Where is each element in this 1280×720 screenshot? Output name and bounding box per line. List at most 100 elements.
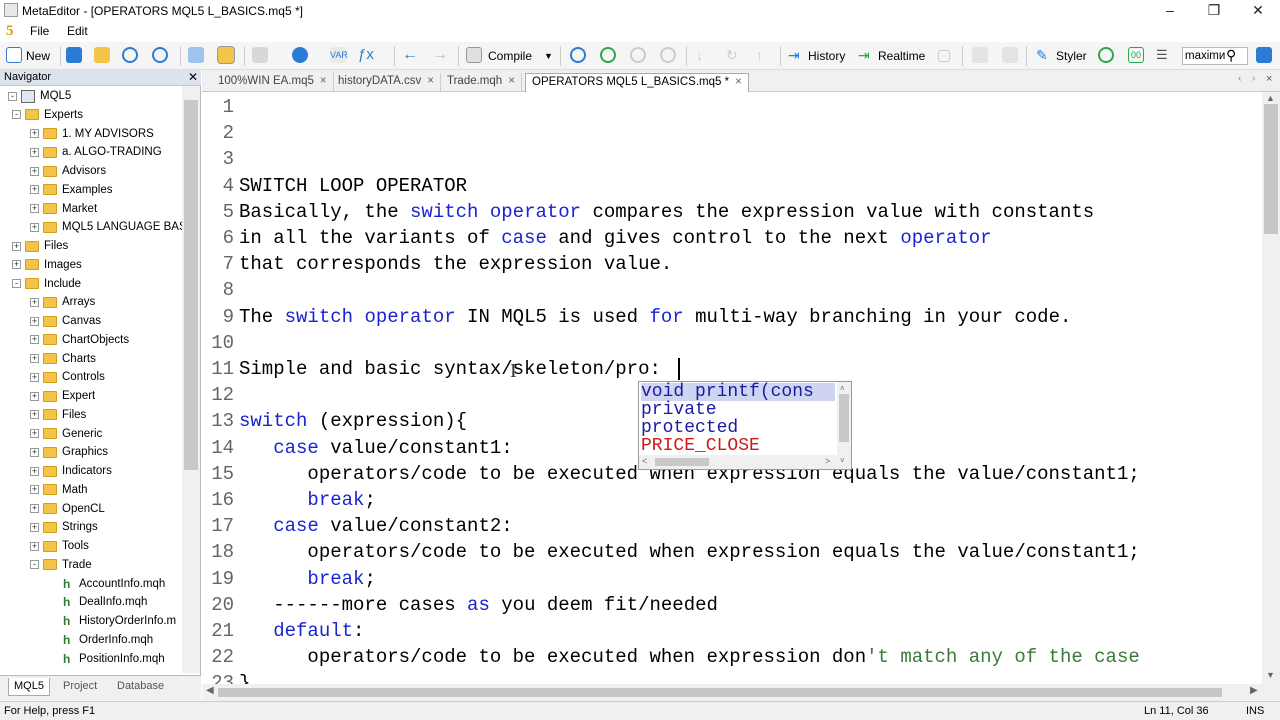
compile-dropdown-icon[interactable]: ▼	[544, 51, 553, 61]
expand-icon[interactable]: +	[30, 429, 39, 438]
expand-icon[interactable]: +	[30, 485, 39, 495]
open-folder-icon[interactable]	[94, 47, 110, 63]
expand-icon[interactable]: +	[30, 147, 39, 157]
code-line[interactable]: Simple and basic syntax/skeleton/pro:	[239, 358, 661, 380]
forward-icon[interactable]: →	[432, 47, 448, 63]
tree-item-dealinfo-mqh[interactable]: h DealInfo.mqh	[50, 593, 147, 611]
code-line[interactable]: default:	[239, 620, 364, 642]
tab-mql5[interactable]: MQL5	[8, 678, 50, 696]
new-icon[interactable]	[6, 47, 22, 63]
editor-horizontal-scroll-thumb[interactable]	[218, 688, 1222, 697]
expand-icon[interactable]: +	[30, 316, 39, 326]
tab-close-icon[interactable]: ×	[320, 75, 327, 87]
community-icon[interactable]	[1256, 47, 1272, 63]
tree-item-files[interactable]: + Files	[12, 237, 68, 255]
var-icon[interactable]: VAR	[330, 47, 348, 63]
tab-file-100win[interactable]: 100%WIN EA.mq5 ×	[212, 73, 334, 92]
scroll-left-icon[interactable]: ◀	[206, 685, 214, 696]
collapse-icon[interactable]: -	[12, 110, 21, 120]
expand-icon[interactable]: +	[30, 410, 39, 420]
help-icon[interactable]	[1098, 47, 1114, 63]
code-line[interactable]: in all the variants of case and gives co…	[239, 227, 992, 249]
download-icon[interactable]	[122, 47, 138, 63]
expand-icon[interactable]: +	[30, 447, 39, 457]
autocomplete-right-icon[interactable]: >	[825, 456, 830, 466]
code-icon[interactable]: 00	[1128, 47, 1144, 63]
mql5-storage-icon[interactable]	[292, 47, 308, 63]
autocomplete-item[interactable]: private	[641, 401, 717, 419]
styler-icon[interactable]: ✎	[1036, 47, 1052, 63]
code-line[interactable]: SWITCH LOOP OPERATOR	[239, 175, 467, 197]
expand-icon[interactable]: +	[30, 372, 39, 382]
toolbox-toggle-icon[interactable]	[217, 46, 235, 64]
expand-icon[interactable]: +	[30, 204, 39, 213]
autocomplete-left-icon[interactable]: <	[642, 456, 647, 466]
tree-item-accountinfo-mqh[interactable]: h AccountInfo.mqh	[50, 575, 165, 593]
tree-item-files[interactable]: + Files	[30, 406, 86, 424]
autocomplete-item[interactable]: void printf(cons	[641, 383, 835, 401]
autocomplete-up-icon[interactable]: ˄	[840, 384, 845, 393]
history-button[interactable]: History	[808, 49, 845, 63]
navigator-scroll-thumb[interactable]	[184, 100, 198, 470]
autocomplete-horizontal-thumb[interactable]	[655, 458, 709, 466]
menu-edit[interactable]: Edit	[67, 24, 88, 38]
autocomplete-item[interactable]: PRICE_CLOSE	[641, 437, 760, 455]
tab-file-historydata[interactable]: historyDATA.csv ×	[332, 73, 441, 92]
tree-item-orderinfo-mqh[interactable]: h OrderInfo.mqh	[50, 631, 153, 649]
code-line[interactable]: ------more cases as you deem fit/needed	[239, 594, 718, 616]
navigator-toggle-icon[interactable]	[188, 47, 204, 63]
tree-item-positioninfo-mqh[interactable]: h PositionInfo.mqh	[50, 650, 165, 668]
tree-item-canvas[interactable]: + Canvas	[30, 312, 101, 330]
tree-item-1-my-advisors[interactable]: +1. MY ADVISORS	[30, 125, 154, 143]
tab-close-icon[interactable]: ×	[427, 75, 434, 87]
code-line[interactable]: case value/constant1:	[239, 437, 512, 459]
styler-button[interactable]: Styler	[1056, 49, 1087, 63]
tree-item-include[interactable]: - Include	[12, 275, 81, 293]
tree-item-trade[interactable]: - Trade	[30, 556, 92, 574]
tree-item-historyorderinfo-m[interactable]: h HistoryOrderInfo.m	[50, 612, 176, 630]
code-line[interactable]: operators/code to be executed when expre…	[239, 541, 1139, 563]
expand-icon[interactable]: +	[30, 335, 39, 345]
upload-icon[interactable]	[152, 47, 168, 63]
expand-icon[interactable]: +	[30, 354, 39, 363]
expand-icon[interactable]: +	[30, 541, 39, 551]
tabs-close-icon[interactable]: ×	[1266, 73, 1272, 85]
autocomplete-down-icon[interactable]: ˅	[840, 456, 845, 465]
scroll-down-icon[interactable]: ▼	[1266, 670, 1275, 680]
tree-item-chartobjects[interactable]: + ChartObjects	[30, 331, 129, 349]
realtime-button[interactable]: Realtime	[878, 49, 925, 63]
tree-item-examples[interactable]: + Examples	[30, 181, 113, 199]
tabs-left-arrow-icon[interactable]: ‹	[1238, 73, 1241, 84]
pause-icon[interactable]	[630, 47, 646, 63]
search-icon[interactable]: ⚲	[1226, 47, 1236, 64]
tree-item-market[interactable]: + Market	[30, 200, 97, 218]
history-icon[interactable]: ⇥	[788, 47, 804, 63]
collapse-icon[interactable]: -	[30, 560, 39, 570]
tabs-right-arrow-icon[interactable]: ›	[1252, 73, 1255, 84]
tab-file-trade[interactable]: Trade.mqh ×	[441, 73, 522, 92]
tree-item-generic[interactable]: + Generic	[30, 425, 102, 443]
expand-icon[interactable]: +	[30, 504, 39, 513]
tree-item-indicators[interactable]: + Indicators	[30, 462, 112, 480]
settings-icon[interactable]: ☰	[1156, 47, 1172, 63]
tree-item-controls[interactable]: + Controls	[30, 368, 105, 386]
code-line[interactable]: switch (expression){	[239, 410, 467, 432]
expand-icon[interactable]: +	[12, 241, 21, 251]
copy-icon[interactable]	[972, 47, 988, 63]
stop-profiling-icon[interactable]	[938, 50, 950, 62]
editor-vertical-scroll-thumb[interactable]	[1264, 104, 1278, 234]
step-into-icon[interactable]: ↓	[696, 47, 712, 63]
insert-icon[interactable]	[252, 47, 268, 63]
code-line[interactable]: break;	[239, 568, 375, 590]
tree-item-strings[interactable]: + Strings	[30, 518, 98, 536]
back-icon[interactable]: ←	[402, 47, 418, 63]
code-line[interactable]: break;	[239, 489, 375, 511]
expand-icon[interactable]: +	[30, 222, 39, 232]
tab-close-icon[interactable]: ×	[735, 76, 742, 88]
tree-item-charts[interactable]: + Charts	[30, 350, 96, 368]
expand-icon[interactable]: +	[30, 391, 39, 401]
expand-icon[interactable]: +	[30, 129, 39, 138]
tree-item-math[interactable]: + Math	[30, 481, 88, 499]
step-over-icon[interactable]: ↻	[726, 47, 742, 63]
tree-item-graphics[interactable]: + Graphics	[30, 443, 108, 461]
